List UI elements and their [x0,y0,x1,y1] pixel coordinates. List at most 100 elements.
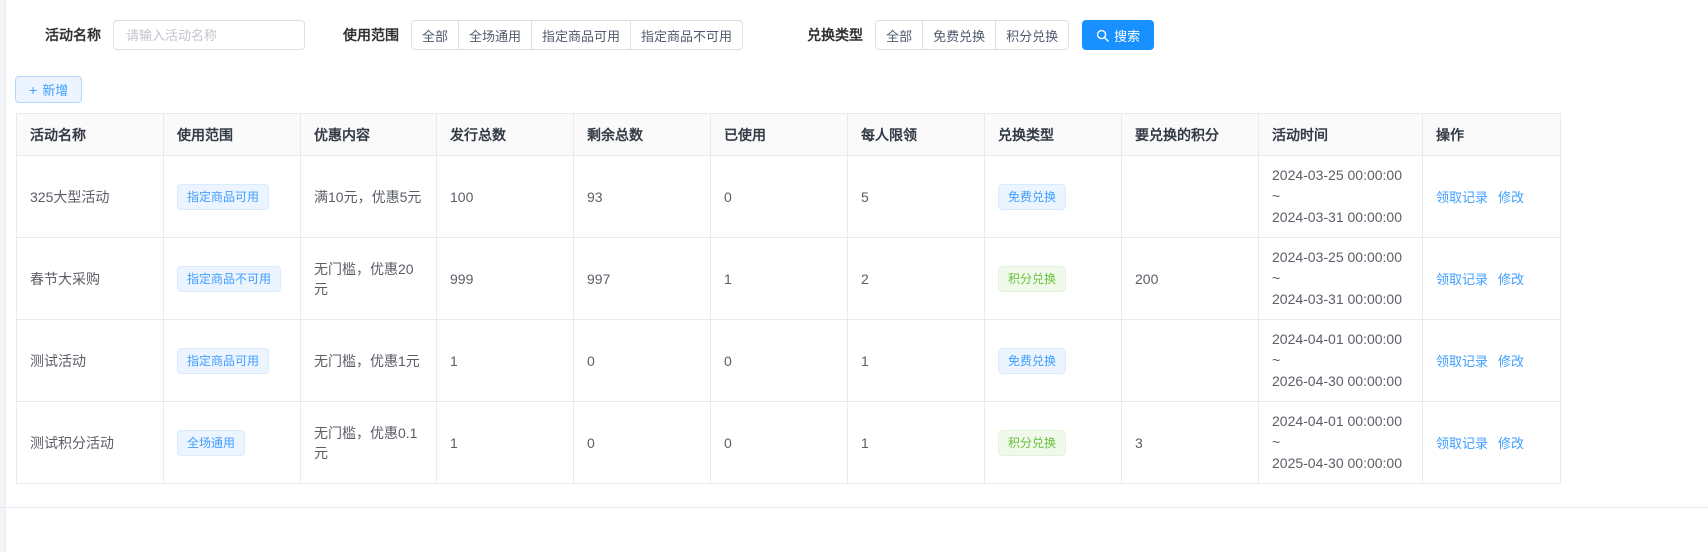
table-header: 活动名称 使用范围 优惠内容 发行总数 剩余总数 已使用 每人限领 兑换类型 要… [17,114,1561,156]
column-header-usage-scope: 使用范围 [164,114,301,156]
claim-records-link[interactable]: 领取记录 [1436,354,1488,369]
activity-name-label: 活动名称 [45,25,101,45]
cell-actions: 领取记录修改 [1423,402,1561,484]
usage-scope-label: 使用范围 [343,25,399,45]
exchange-type-filter: 兑换类型 全部 免费兑换 积分兑换 [807,20,1069,50]
cell-usage-scope: 指定商品不可用 [164,238,301,320]
cell-points-required: 200 [1122,238,1259,320]
exchange-type-button-group: 全部 免费兑换 积分兑换 [875,20,1069,50]
usage-scope-option-specified-unusable[interactable]: 指定商品不可用 [631,20,743,50]
column-header-actions: 操作 [1423,114,1561,156]
cell-remaining-total: 0 [574,402,711,484]
cell-activity-name: 测试活动 [17,320,164,402]
time-start: 2024-04-01 00:00:00 [1272,329,1409,350]
cell-points-required: 3 [1122,402,1259,484]
column-header-activity-time: 活动时间 [1259,114,1423,156]
cell-used: 1 [711,238,848,320]
activity-table: 活动名称 使用范围 优惠内容 发行总数 剩余总数 已使用 每人限领 兑换类型 要… [16,113,1561,484]
search-button[interactable]: 搜索 [1082,20,1154,50]
search-button-label: 搜索 [1114,26,1140,45]
cell-per-person-limit: 1 [848,320,985,402]
cell-activity-time: 2024-04-01 00:00:00 ~ 2025-04-30 00:00:0… [1259,402,1423,484]
cell-per-person-limit: 5 [848,156,985,238]
edit-link[interactable]: 修改 [1498,190,1524,205]
time-end: 2024-03-31 00:00:00 [1272,289,1409,310]
exchange-type-label: 兑换类型 [807,25,863,45]
cell-usage-scope: 指定商品可用 [164,156,301,238]
time-end: 2026-04-30 00:00:00 [1272,371,1409,392]
claim-records-link[interactable]: 领取记录 [1436,436,1488,451]
cell-remaining-total: 997 [574,238,711,320]
column-header-activity-name: 活动名称 [17,114,164,156]
cell-used: 0 [711,156,848,238]
usage-scope-tag: 全场通用 [177,430,245,456]
table-body: 325大型活动 指定商品可用 满10元，优惠5元 100 93 0 5 免费兑换… [17,156,1561,484]
table-row: 测试活动 指定商品可用 无门槛，优惠1元 1 0 0 1 免费兑换 2024-0… [17,320,1561,402]
cell-discount: 满10元，优惠5元 [301,156,437,238]
cell-remaining-total: 0 [574,320,711,402]
exchange-type-tag: 免费兑换 [998,348,1066,374]
exchange-type-tag: 积分兑换 [998,430,1066,456]
cell-activity-time: 2024-03-25 00:00:00 ~ 2024-03-31 00:00:0… [1259,238,1423,320]
column-header-issued-total: 发行总数 [437,114,574,156]
cell-used: 0 [711,320,848,402]
edit-link[interactable]: 修改 [1498,354,1524,369]
cell-activity-time: 2024-04-01 00:00:00 ~ 2026-04-30 00:00:0… [1259,320,1423,402]
cell-points-required [1122,156,1259,238]
usage-scope-option-specified-usable[interactable]: 指定商品可用 [532,20,631,50]
usage-scope-button-group: 全部 全场通用 指定商品可用 指定商品不可用 [411,20,743,50]
search-icon [1096,29,1109,42]
cell-exchange-type: 免费兑换 [985,320,1122,402]
activity-name-input[interactable] [113,20,305,50]
cell-activity-name: 测试积分活动 [17,402,164,484]
cell-exchange-type: 积分兑换 [985,402,1122,484]
edit-link[interactable]: 修改 [1498,272,1524,287]
cell-exchange-type: 免费兑换 [985,156,1122,238]
usage-scope-tag: 指定商品可用 [177,184,269,210]
time-separator: ~ [1272,432,1409,453]
claim-records-link[interactable]: 领取记录 [1436,190,1488,205]
cell-discount: 无门槛，优惠1元 [301,320,437,402]
exchange-type-option-all[interactable]: 全部 [875,20,923,50]
usage-scope-filter: 使用范围 全部 全场通用 指定商品可用 指定商品不可用 [343,20,743,50]
table-row: 春节大采购 指定商品不可用 无门槛，优惠20元 999 997 1 2 积分兑换… [17,238,1561,320]
time-separator: ~ [1272,350,1409,371]
exchange-type-option-points[interactable]: 积分兑换 [996,20,1069,50]
cell-issued-total: 1 [437,320,574,402]
table-row: 测试积分活动 全场通用 无门槛，优惠0.1元 1 0 0 1 积分兑换 3 20… [17,402,1561,484]
column-header-points-required: 要兑换的积分 [1122,114,1259,156]
cell-discount: 无门槛，优惠20元 [301,238,437,320]
activity-name-filter: 活动名称 [45,20,305,50]
column-header-used: 已使用 [711,114,848,156]
time-start: 2024-03-25 00:00:00 [1272,247,1409,268]
usage-scope-option-all[interactable]: 全部 [411,20,459,50]
time-separator: ~ [1272,186,1409,207]
plus-icon: + [29,83,37,97]
table-row: 325大型活动 指定商品可用 满10元，优惠5元 100 93 0 5 免费兑换… [17,156,1561,238]
exchange-type-tag: 免费兑换 [998,184,1066,210]
cell-remaining-total: 93 [574,156,711,238]
filter-bar: 活动名称 使用范围 全部 全场通用 指定商品可用 指定商品不可用 兑换类型 全部… [45,19,1154,51]
cell-activity-time: 2024-03-25 00:00:00 ~ 2024-03-31 00:00:0… [1259,156,1423,238]
time-separator: ~ [1272,268,1409,289]
cell-exchange-type: 积分兑换 [985,238,1122,320]
cell-issued-total: 100 [437,156,574,238]
usage-scope-option-universal[interactable]: 全场通用 [459,20,532,50]
cell-per-person-limit: 1 [848,402,985,484]
time-start: 2024-04-01 00:00:00 [1272,411,1409,432]
edit-link[interactable]: 修改 [1498,436,1524,451]
cell-per-person-limit: 2 [848,238,985,320]
add-button[interactable]: + 新增 [15,76,82,103]
cell-used: 0 [711,402,848,484]
content-bottom-divider [0,507,1708,508]
claim-records-link[interactable]: 领取记录 [1436,272,1488,287]
cell-activity-name: 325大型活动 [17,156,164,238]
time-start: 2024-03-25 00:00:00 [1272,165,1409,186]
usage-scope-tag: 指定商品可用 [177,348,269,374]
cell-issued-total: 1 [437,402,574,484]
exchange-type-option-free[interactable]: 免费兑换 [923,20,996,50]
cell-activity-name: 春节大采购 [17,238,164,320]
cell-actions: 领取记录修改 [1423,320,1561,402]
usage-scope-tag: 指定商品不可用 [177,266,281,292]
page-left-gutter [0,0,6,552]
